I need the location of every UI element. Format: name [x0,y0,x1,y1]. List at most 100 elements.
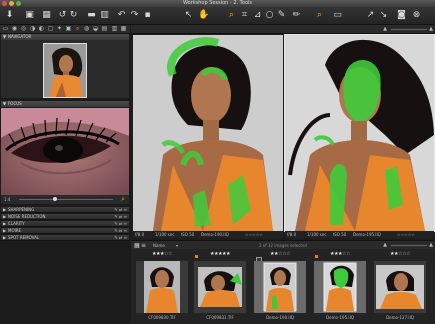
edit-icon[interactable]: ▭ [332,10,343,21]
tool-actions-icon[interactable]: ✎ ⇄ ≡ [114,207,127,213]
tool-actions-icon[interactable]: ✎ ⇄ ≡ [114,228,127,234]
tool-actions-icon[interactable]: ✎ ⇄ ≡ [114,214,127,220]
viewer-size-icon[interactable]: ▲ [383,25,387,33]
window-title: Workshop Session - 2. Tools [183,0,252,6]
thumb-filename: Demo-190.IIQ [266,315,294,320]
thumb-size-slider[interactable] [391,245,427,246]
wb-picker-icon[interactable]: ✎ [276,10,287,21]
tab-capture[interactable]: ◉ [11,26,18,32]
thumb-filename: Demo-127.IIQ [386,315,414,320]
thumb-image[interactable] [314,261,366,313]
tab-local[interactable]: ▣ [65,26,72,32]
viewer-size-large-icon[interactable]: ▲ [429,25,433,33]
navigator-panel [1,40,129,98]
tab-focus[interactable]: ⌕ [74,26,81,32]
annotate-tool-icon[interactable]: ✏ [291,10,302,21]
pan-tool-icon[interactable]: ✋ [198,10,209,21]
viewer-right[interactable] [284,34,435,232]
tool-label: MOIRE [8,228,22,233]
tab-color[interactable]: ◑ [29,26,36,32]
focus-zoom-slider[interactable] [19,199,113,200]
rating-stars[interactable]: ☆☆☆☆☆ [245,231,263,238]
tab-batch[interactable]: ▥ [111,26,118,32]
import-icon[interactable]: ⬇ [4,10,15,21]
tool-label: SPOT REMOVAL [8,235,40,240]
navigator-thumbnail[interactable] [43,43,87,98]
crop-tool-icon[interactable]: ⌗ [239,10,250,21]
focus-zoom-slider-knob[interactable] [53,197,57,201]
cursor-tool-icon[interactable]: ↖ [183,10,194,21]
focus-loupe-icon[interactable]: ⌕ [121,195,125,204]
rotate-left-icon[interactable]: ↺ [57,10,68,21]
rating-stars[interactable]: ★★☆☆☆ [251,251,309,257]
browser-thumb[interactable]: ★★☆☆☆ Demo-190.IIQ [251,249,309,324]
tool-row[interactable]: ▶ MOIRE ✎ ⇄ ≡ [1,228,129,234]
browser-thumb[interactable]: ★★☆☆☆ Demo-127.IIQ [371,249,429,324]
shutter-value: 1/100 sec [155,232,175,237]
tab-adjustments[interactable]: ◍ [83,26,90,32]
tool-actions-icon[interactable]: ✎ ⇄ ≡ [114,235,127,241]
undo-icon[interactable]: ↶ [116,10,127,21]
tab-output[interactable]: ▤ [101,26,108,32]
straighten-tool-icon[interactable]: ⊿ [252,10,263,21]
tool-row[interactable]: ▶ NOISE REDUCTION ✎ ⇄ ≡ [1,214,129,220]
rating-stars[interactable]: ☆☆☆☆☆ [397,231,415,238]
spot-removal-tool-icon[interactable]: ○ [264,10,275,21]
exposure-warning-icon[interactable]: ⊗ [411,10,422,21]
tool-row[interactable]: ▶ CLARITY ✎ ⇄ ≡ [1,221,129,227]
focus-header[interactable]: ▼ FOCUS [1,101,129,107]
grid-icon[interactable]: ▦ [41,10,52,21]
thumb-filename: CF009831.TIF [206,315,234,320]
camera-icon[interactable]: ◙ [396,10,407,21]
main-toolbar: ⬇ ▣ ▦ ↺ ↻ ▬ ▥ ↶ ↷ ▪ ↖ ✋ ⌕ ⌗ ⊿ ○ ✎ ✏ ⌕ ▭ … [0,7,435,25]
rotate-right-icon[interactable]: ↻ [68,10,79,21]
expand-icon: ▶ [3,214,7,219]
tab-library[interactable]: ▭ [2,26,9,32]
rating-stars[interactable]: ★★★☆☆ [311,251,369,257]
tool-tabs: ▭ ◉ ◎ ◑ ◐ ▢ ✦ ▣ ⌕ ◍ ◒ ▤ ▥ ▦ [0,25,130,34]
expand-icon: ▶ [3,228,7,233]
exposure-value: f/8.0 [135,232,145,237]
viewer-left-status: f/8.0 1/100 sec ISO 50 Demo-190.IIQ ☆☆☆☆… [133,231,283,238]
delete-icon[interactable]: ▥ [99,10,110,21]
focus-preview[interactable] [1,108,129,195]
tab-details[interactable]: ✦ [56,26,63,32]
tool-actions-icon[interactable]: ✎ ⇄ ≡ [114,221,127,227]
thumb-image[interactable] [374,261,426,313]
thumb-image[interactable] [136,261,188,313]
capture-icon[interactable]: ▣ [24,10,35,21]
browser-thumb[interactable]: ★★★★★ CF009831.TIF [191,249,249,324]
thumb-image[interactable] [254,261,306,313]
thumb-filename: CF009830.TIF [148,315,176,320]
cursor-tool-icon[interactable]: ▪ [142,10,153,21]
tool-label: SHARPENING [8,207,35,212]
browser-strip: ★★★☆☆ CF009830.TIF ★★★★★ CF009831.TIF ★★… [131,249,435,324]
shutter-value: 1/100 sec [307,232,327,237]
rating-stars[interactable]: ★★★☆☆ [133,251,191,257]
zoom-tool-icon[interactable]: ⌕ [226,10,237,21]
copy-apply-icon[interactable]: ↗ [365,10,376,21]
tool-row[interactable]: ▶ SHARPENING ✎ ⇄ ≡ [1,207,129,213]
viewer-left[interactable] [133,35,283,231]
rating-stars[interactable]: ★★☆☆☆ [371,251,429,257]
expand-icon: ▶ [3,235,7,240]
tab-metadata[interactable]: ◒ [92,26,99,32]
tab-exposure[interactable]: ◐ [38,26,45,32]
rating-stars[interactable]: ★★★★★ [191,251,249,257]
tab-lens[interactable]: ◎ [20,26,27,32]
thumb-image[interactable] [194,261,246,313]
expand-icon: ▶ [3,221,7,226]
redo-icon[interactable]: ↷ [129,10,140,21]
collapse-icon: ▼ [3,101,7,106]
loupe-icon[interactable]: ⌕ [314,10,325,21]
exposure-value: f/8.0 [287,232,297,237]
browser-thumb[interactable]: ★★★☆☆ CF009830.TIF [133,249,191,324]
annotate-tool-icon[interactable]: ↘ [378,10,389,21]
tab-more[interactable]: ▦ [120,26,127,32]
tool-row[interactable]: ▶ SPOT REMOVAL ✎ ⇄ ≡ [1,235,129,241]
folder-icon[interactable]: ▬ [86,10,97,21]
viewer-zoom-slider[interactable] [391,29,427,30]
tab-composition[interactable]: ▢ [47,26,54,32]
viewer-header: ▲ ▲ [131,25,435,34]
browser-thumb[interactable]: ★★★☆☆ Demo-195.IIQ [311,249,369,324]
